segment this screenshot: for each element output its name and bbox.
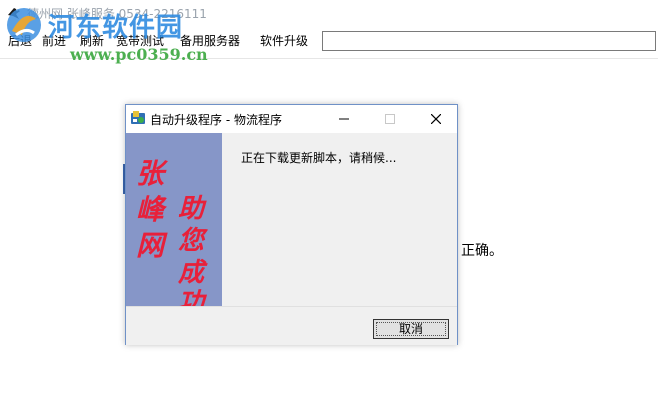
svg-text:网: 网 xyxy=(136,229,168,262)
svg-text:成: 成 xyxy=(177,258,208,288)
address-input[interactable] xyxy=(322,31,656,51)
minimize-button[interactable] xyxy=(321,105,367,133)
installer-icon xyxy=(130,110,146,126)
dialog-title: 自动升级程序 - 物流程序 xyxy=(150,113,282,127)
back-button[interactable]: 后退 xyxy=(8,32,32,49)
upgrade-dialog: 自动升级程序 - 物流程序 张 峰 网 助 您 成 功 正在下载更新脚本，请稍候… xyxy=(125,104,458,345)
dialog-footer: 取消 xyxy=(126,306,457,345)
maximize-icon xyxy=(385,114,395,124)
svg-text:峰: 峰 xyxy=(136,193,168,226)
close-button[interactable] xyxy=(413,105,459,133)
toolbar: 后退 前进 刷新 宽带测试 备用服务器 软件升级 xyxy=(0,26,658,59)
svg-text:助: 助 xyxy=(178,194,207,224)
backup-server-button[interactable]: 备用服务器 xyxy=(180,32,240,49)
forward-button[interactable]: 前进 xyxy=(42,32,66,49)
minimize-icon xyxy=(339,118,349,120)
main-titlebar: 德州网 张峰服务 0534-2216111 xyxy=(0,0,658,26)
dialog-titlebar[interactable]: 自动升级程序 - 物流程序 xyxy=(126,105,457,133)
svg-text:您: 您 xyxy=(178,226,209,256)
cancel-button[interactable]: 取消 xyxy=(373,319,449,339)
page-text: 正确。 xyxy=(461,243,503,259)
maximize-button xyxy=(367,105,413,133)
software-upgrade-button[interactable]: 软件升级 xyxy=(260,32,308,49)
dialog-brand-image: 张 峰 网 助 您 成 功 xyxy=(126,133,222,318)
brand-calligraphy-image: 张 峰 网 助 您 成 功 xyxy=(136,157,209,318)
close-icon xyxy=(431,114,441,124)
svg-text:张: 张 xyxy=(136,157,168,190)
speed-test-button[interactable]: 宽带测试 xyxy=(116,32,164,49)
refresh-button[interactable]: 刷新 xyxy=(80,32,104,49)
download-status: 正在下载更新脚本，请稍候... xyxy=(241,151,397,165)
svg-text:功: 功 xyxy=(178,288,207,306)
window-title: 德州网 张峰服务 0534-2216111 xyxy=(27,7,207,21)
bird-icon xyxy=(6,5,22,21)
